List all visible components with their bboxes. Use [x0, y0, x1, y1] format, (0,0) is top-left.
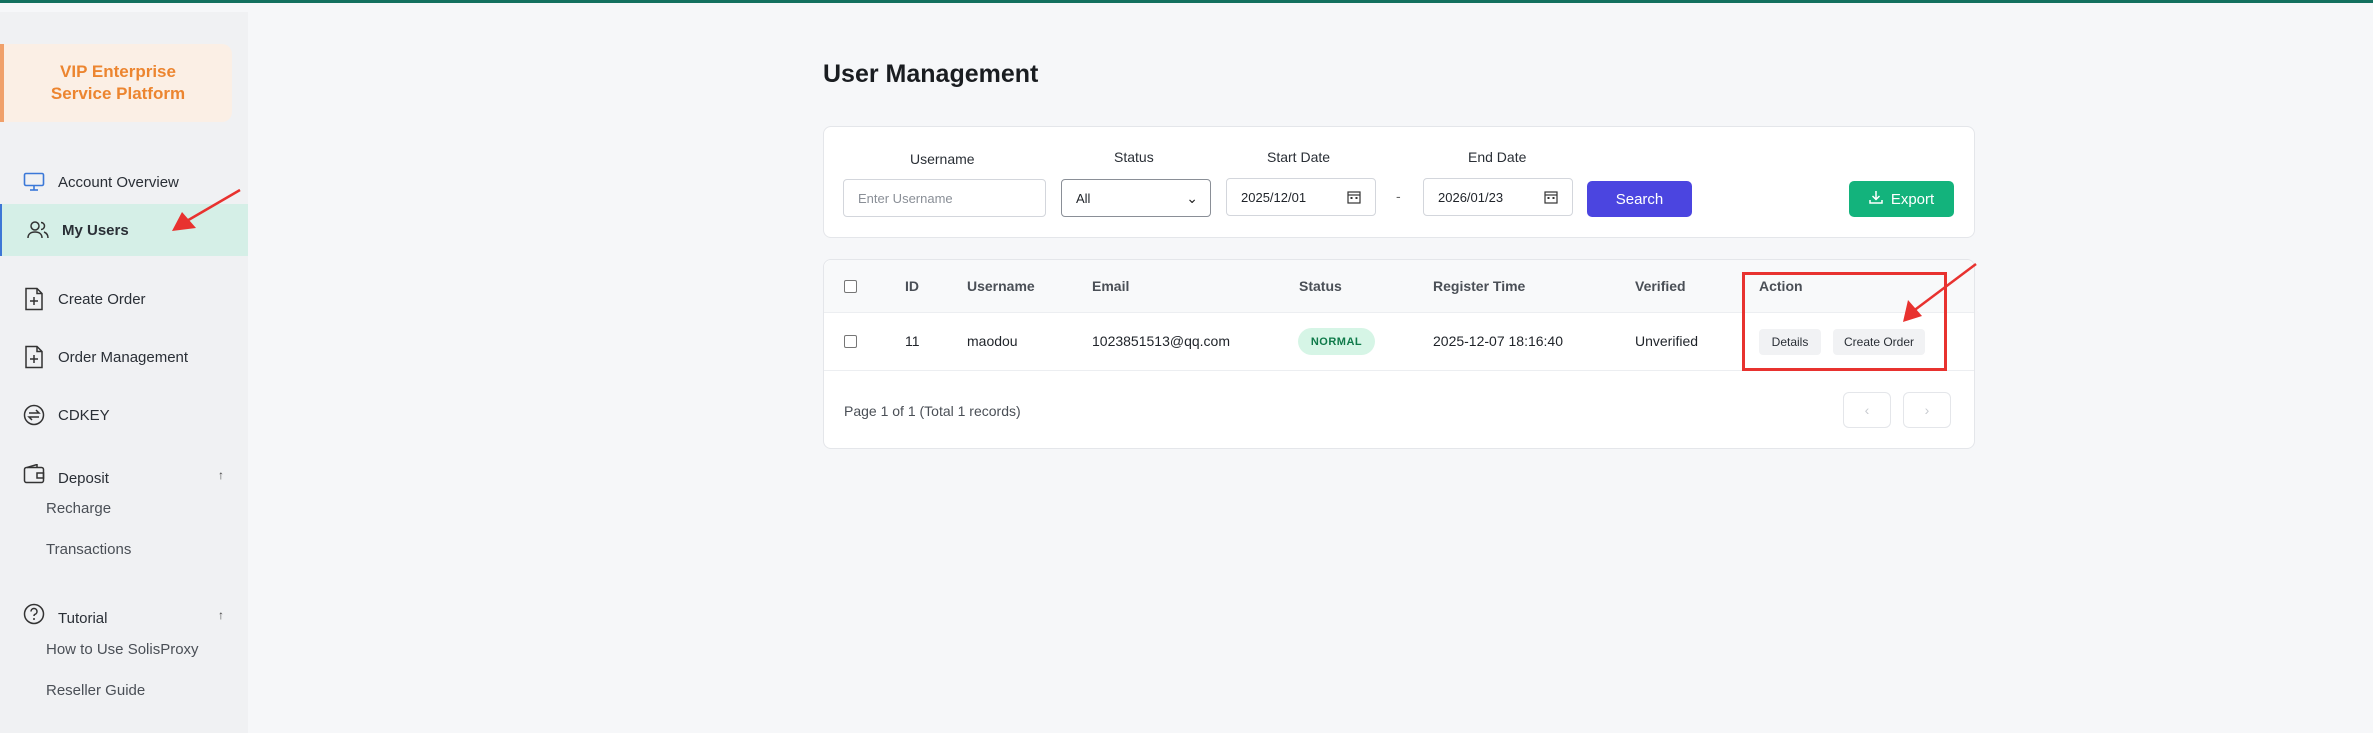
sidebar-item-label: My Users	[62, 221, 129, 239]
cell-id: 11	[905, 333, 920, 349]
column-header-email: Email	[1092, 278, 1130, 294]
file-plus-icon	[22, 287, 46, 311]
chevron-down-icon: ⌄	[1186, 190, 1198, 206]
chevron-up-icon[interactable]: ↑	[218, 608, 224, 622]
end-date-label: End Date	[1468, 149, 1527, 165]
sidebar-item-order-management[interactable]: Order Management	[0, 331, 248, 383]
sidebar-item-label: Account Overview	[58, 173, 179, 191]
column-header-username: Username	[967, 278, 1035, 294]
status-label: Status	[1114, 149, 1154, 165]
top-accent-line	[0, 0, 2373, 3]
start-date-label: Start Date	[1267, 149, 1331, 165]
download-icon	[1869, 190, 1883, 208]
end-date-input[interactable]: 2026/01/23	[1423, 178, 1573, 216]
page-title: User Management	[823, 60, 1039, 88]
sidebar-item-label: Order Management	[58, 348, 189, 366]
sidebar-item-tutorial[interactable]: Tutorial ↑	[0, 592, 248, 644]
row-checkbox[interactable]	[844, 335, 857, 348]
column-header-verified: Verified	[1635, 278, 1686, 294]
file-plus-icon	[22, 345, 46, 369]
sidebar-subitem-reseller-guide[interactable]: Reseller Guide	[46, 682, 145, 699]
brand-title: VIP Enterprise Service Platform	[50, 62, 186, 103]
sidebar-item-label: CDKEY	[58, 406, 110, 424]
start-date-input[interactable]: 2025/12/01	[1226, 178, 1376, 216]
help-circle-icon	[22, 602, 46, 626]
cell-verified: Unverified	[1635, 333, 1699, 349]
sidebar-subitem-transactions[interactable]: Transactions	[46, 541, 131, 558]
column-header-id: ID	[905, 278, 919, 294]
sidebar-item-label: Tutorial	[58, 609, 108, 627]
monitor-icon	[22, 170, 46, 194]
users-icon	[26, 218, 50, 242]
chevron-up-icon[interactable]: ↑	[218, 468, 224, 482]
sidebar-item-label: Deposit	[58, 469, 109, 487]
export-button-label: Export	[1890, 190, 1935, 208]
sidebar-subitem-how-to-use[interactable]: How to Use SolisProxy	[46, 641, 199, 658]
exchange-icon	[22, 403, 46, 427]
sidebar: VIP Enterprise Service Platform Account …	[0, 12, 248, 733]
select-all-checkbox[interactable]	[844, 280, 857, 293]
cell-register-time: 2025-12-07 18:16:40	[1433, 333, 1563, 349]
status-badge: NORMAL	[1298, 328, 1375, 355]
column-header-register-time: Register Time	[1433, 278, 1526, 294]
next-page-button[interactable]: ›	[1903, 392, 1951, 428]
prev-page-button[interactable]: ‹	[1843, 392, 1891, 428]
start-date-value: 2025/12/01	[1241, 189, 1307, 205]
sidebar-item-my-users[interactable]: My Users	[0, 204, 248, 256]
column-header-status: Status	[1299, 278, 1342, 294]
wallet-icon	[22, 462, 46, 486]
calendar-icon[interactable]	[1544, 190, 1558, 207]
sidebar-item-label: Create Order	[58, 290, 146, 308]
cell-email: 1023851513@qq.com	[1092, 333, 1230, 349]
username-input[interactable]: Enter Username	[843, 179, 1046, 217]
sidebar-item-account-overview[interactable]: Account Overview	[0, 156, 248, 208]
export-button[interactable]: Export	[1849, 181, 1954, 217]
username-label: Username	[910, 151, 975, 167]
pagination-info: Page 1 of 1 (Total 1 records)	[844, 403, 1021, 419]
calendar-icon[interactable]	[1347, 190, 1361, 207]
end-date-value: 2026/01/23	[1438, 189, 1504, 205]
search-button[interactable]: Search	[1587, 181, 1692, 217]
sidebar-item-deposit[interactable]: Deposit ↑	[0, 452, 248, 504]
sidebar-item-cdkey[interactable]: CDKEY	[0, 389, 248, 441]
status-select-value: All	[1076, 190, 1091, 206]
annotation-highlight-box	[1742, 272, 1947, 371]
date-range-separator: -	[1396, 188, 1401, 204]
cell-username: maodou	[967, 333, 1018, 349]
brand-logo[interactable]: VIP Enterprise Service Platform	[0, 44, 232, 122]
status-select[interactable]: All ⌄	[1061, 179, 1211, 217]
sidebar-item-create-order[interactable]: Create Order	[0, 273, 248, 325]
sidebar-subitem-recharge[interactable]: Recharge	[46, 500, 111, 517]
